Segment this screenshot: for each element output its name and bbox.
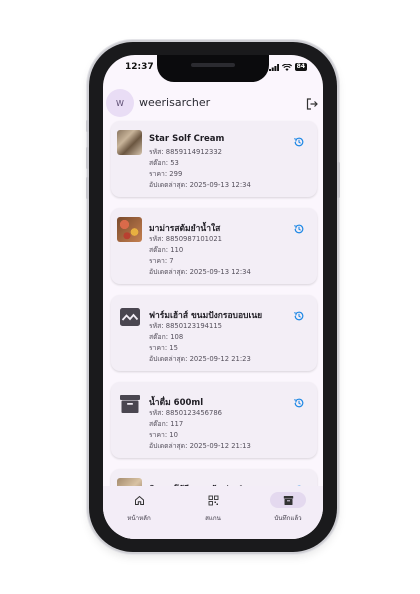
saved-icon [283, 495, 293, 505]
status-time: 12:37 [125, 62, 154, 72]
nav-saved[interactable]: บันทึกแล้ว [258, 492, 318, 523]
product-price: ราคา: 15 [149, 344, 178, 352]
product-code: รหัส: 8859114912332 [149, 148, 222, 156]
nav-home-label: หน้าหลัก [127, 515, 151, 522]
nav-saved-label: บันทึกแล้ว [274, 515, 302, 522]
history-icon[interactable] [293, 310, 305, 322]
product-updated: อัปเดตล่าสุด: 2025-09-13 12:34 [149, 181, 251, 189]
product-card[interactable]: ฟาร์มเฮ้าส์ ขนมปังกรอบอบเนย รหัส: 885012… [111, 295, 317, 371]
product-thumbnail [117, 130, 142, 155]
home-icon [134, 495, 144, 505]
power-button [337, 162, 340, 198]
product-price: ราคา: 7 [149, 257, 174, 265]
avatar[interactable]: W [106, 89, 134, 117]
product-card[interactable]: Star Solf Cream รหัส: 8859114912332 สต๊อ… [111, 121, 317, 197]
app-header: W weerisarcher [103, 85, 323, 117]
product-price: ราคา: 10 [149, 431, 178, 439]
image-placeholder-icon [119, 307, 140, 326]
product-code: รหัส: 8850987101021 [149, 235, 222, 243]
product-stock: สต๊อก: 117 [149, 420, 184, 428]
product-thumbnail [117, 391, 142, 416]
product-name: Star Solf Cream [149, 134, 225, 144]
wifi-icon [281, 63, 292, 71]
cellular-signal-icon [268, 63, 279, 71]
volume-up-button [86, 147, 89, 169]
product-updated: อัปเดตล่าสุด: 2025-09-12 21:23 [149, 355, 251, 363]
mute-switch [86, 120, 89, 132]
product-stock: สต๊อก: 110 [149, 246, 184, 254]
product-thumbnail [117, 304, 142, 329]
username: weerisarcher [139, 96, 211, 109]
nav-scan[interactable]: สแกน [183, 492, 243, 523]
product-stock: สต๊อก: 108 [149, 333, 184, 341]
nav-home[interactable]: หน้าหลัก [109, 492, 169, 523]
phone-frame: 12:37 84 W weerisarcher Star Solf Cream … [86, 42, 340, 552]
volume-down-button [86, 177, 89, 199]
archive-box-icon [119, 394, 140, 413]
history-icon[interactable] [293, 136, 305, 148]
app-screen: 12:37 84 W weerisarcher Star Solf Cream … [103, 55, 323, 539]
bottom-navigation: หน้าหลัก สแกน บันทึกแล้ว [103, 486, 323, 539]
scan-icon [208, 495, 218, 505]
product-thumbnail [117, 217, 142, 242]
product-card[interactable]: น้ำดื่ม 600ml รหัส: 8850123456786 สต๊อก:… [111, 382, 317, 458]
product-code: รหัส: 8850123456786 [149, 409, 222, 417]
product-updated: อัปเดตล่าสุด: 2025-09-13 12:34 [149, 268, 251, 276]
product-updated: อัปเดตล่าสุด: 2025-09-12 21:13 [149, 442, 251, 450]
nav-active-indicator [270, 492, 306, 508]
product-card[interactable]: มาม่ารสต้มยำน้ำใส รหัส: 8850987101021 สต… [111, 208, 317, 284]
product-code: รหัส: 8850123194115 [149, 322, 222, 330]
history-icon[interactable] [293, 397, 305, 409]
logout-icon[interactable] [305, 97, 319, 111]
history-icon[interactable] [293, 223, 305, 235]
notch [157, 55, 269, 82]
battery-indicator: 84 [294, 63, 307, 71]
product-stock: สต๊อก: 53 [149, 159, 179, 167]
product-price: ราคา: 299 [149, 170, 183, 178]
nav-scan-label: สแกน [205, 515, 221, 522]
